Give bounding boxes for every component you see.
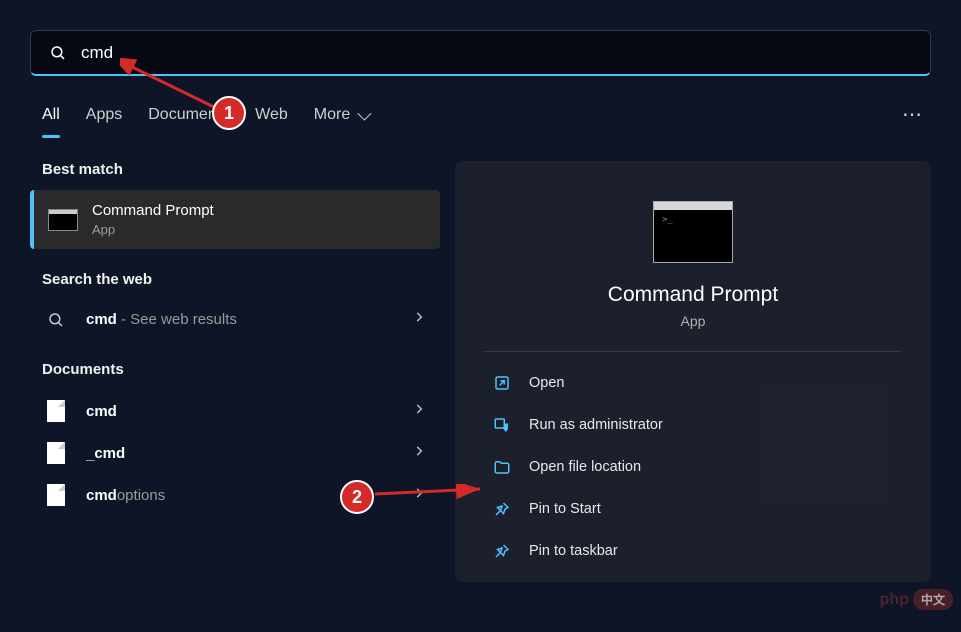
file-icon	[44, 400, 68, 422]
best-match-title: Command Prompt	[92, 202, 214, 219]
chevron-down-icon	[358, 106, 372, 120]
pin-icon	[491, 498, 513, 520]
document-name: cmd	[86, 403, 412, 420]
detail-title: Command Prompt	[608, 283, 778, 307]
tab-web[interactable]: Web	[255, 100, 288, 130]
detail-subtitle: App	[681, 313, 706, 329]
divider	[485, 351, 901, 352]
cmd-app-large-icon	[653, 201, 733, 263]
tab-all[interactable]: All	[42, 100, 60, 130]
chevron-right-icon	[412, 444, 426, 463]
file-icon	[44, 484, 68, 506]
action-label: Open	[529, 375, 564, 391]
search-icon	[44, 311, 68, 329]
best-match-item[interactable]: Command Prompt App	[30, 190, 440, 249]
section-best-match-label: Best match	[42, 161, 440, 178]
action-open-file-location[interactable]: Open file location	[485, 446, 901, 488]
search-input[interactable]	[81, 43, 912, 63]
cmd-app-icon	[48, 209, 78, 231]
action-run-as-admin[interactable]: Run as administrator	[485, 404, 901, 446]
action-label: Open file location	[529, 459, 641, 475]
detail-panel: Command Prompt App Open Run as administr…	[455, 161, 931, 582]
best-match-subtitle: App	[92, 222, 214, 237]
section-documents-label: Documents	[42, 361, 440, 378]
action-open[interactable]: Open	[485, 362, 901, 404]
results-area: Best match Command Prompt App Search the…	[30, 161, 931, 582]
document-item[interactable]: _cmd	[30, 432, 440, 474]
document-name: _cmd	[86, 445, 412, 462]
results-list: Best match Command Prompt App Search the…	[30, 161, 440, 582]
file-icon	[44, 442, 68, 464]
tab-more[interactable]: More	[314, 100, 368, 130]
filter-tabs: All Apps Documents Web More ⋯	[30, 98, 931, 131]
action-label: Pin to Start	[529, 501, 601, 517]
document-item[interactable]: cmdoptions	[30, 474, 440, 516]
action-label: Run as administrator	[529, 417, 663, 433]
web-result-text: cmd - See web results	[86, 311, 412, 328]
document-item[interactable]: cmd	[30, 390, 440, 432]
overflow-button[interactable]: ⋯	[894, 98, 931, 131]
web-result-item[interactable]: cmd - See web results	[30, 300, 440, 339]
action-pin-taskbar[interactable]: Pin to taskbar	[485, 530, 901, 572]
tab-more-label: More	[314, 106, 350, 124]
tab-apps[interactable]: Apps	[86, 100, 122, 130]
chevron-right-icon	[412, 486, 426, 505]
chevron-right-icon	[412, 402, 426, 421]
admin-shield-icon	[491, 414, 513, 436]
annotation-badge-2: 2	[340, 480, 374, 514]
action-label: Pin to taskbar	[529, 543, 618, 559]
annotation-badge-1: 1	[212, 96, 246, 130]
start-menu-search: All Apps Documents Web More ⋯ Best match…	[0, 0, 961, 632]
search-bar[interactable]	[30, 30, 931, 76]
chevron-right-icon	[412, 310, 426, 329]
pin-icon	[491, 540, 513, 562]
search-icon	[49, 44, 67, 62]
folder-icon	[491, 456, 513, 478]
section-web-label: Search the web	[42, 271, 440, 288]
open-icon	[491, 372, 513, 394]
action-pin-start[interactable]: Pin to Start	[485, 488, 901, 530]
detail-panel-wrap: Command Prompt App Open Run as administr…	[455, 161, 931, 582]
